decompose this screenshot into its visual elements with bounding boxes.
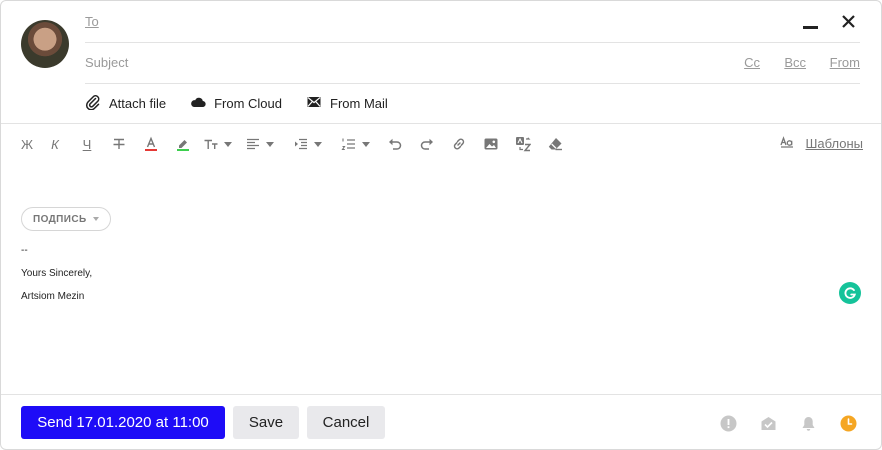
redo-icon[interactable] bbox=[411, 132, 443, 156]
cc-link[interactable]: Cc bbox=[744, 55, 760, 70]
important-icon[interactable] bbox=[719, 414, 737, 432]
signature-label: ПОДПИСЬ bbox=[33, 213, 87, 225]
from-mail-button[interactable]: From Mail bbox=[306, 94, 388, 113]
divider bbox=[1, 123, 881, 124]
signature-line: -- bbox=[21, 245, 28, 256]
paperclip-icon bbox=[85, 94, 101, 113]
minimize-icon[interactable] bbox=[800, 11, 822, 33]
signature-line: Artsiom Mezin bbox=[21, 291, 85, 302]
list-icon[interactable] bbox=[331, 132, 379, 156]
read-receipt-icon[interactable] bbox=[759, 414, 777, 432]
image-icon[interactable] bbox=[475, 132, 507, 156]
attach-file-label: Attach file bbox=[109, 95, 167, 111]
clear-format-icon[interactable] bbox=[539, 132, 571, 156]
format-toolbar: Ж К Ч bbox=[15, 132, 863, 156]
from-mail-label: From Mail bbox=[330, 95, 388, 111]
from-cloud-button[interactable]: From Cloud bbox=[190, 94, 282, 113]
undo-icon[interactable] bbox=[379, 132, 411, 156]
cancel-button[interactable]: Cancel bbox=[307, 406, 385, 439]
from-cloud-label: From Cloud bbox=[214, 95, 283, 111]
highlight-icon[interactable] bbox=[167, 132, 199, 156]
from-link[interactable]: From bbox=[830, 55, 860, 70]
chevron-down-icon bbox=[92, 217, 99, 221]
strikethrough-icon[interactable] bbox=[103, 132, 135, 156]
mail-icon bbox=[306, 94, 322, 113]
grammarly-icon[interactable] bbox=[839, 282, 861, 304]
italic-button[interactable]: К bbox=[39, 132, 71, 156]
signature-dropdown[interactable]: ПОДПИСЬ bbox=[21, 207, 111, 231]
signature-line: Yours Sincerely, bbox=[21, 268, 93, 279]
save-button[interactable]: Save bbox=[233, 406, 299, 439]
send-button[interactable]: Send 17.01.2020 at 11:00 bbox=[21, 406, 225, 439]
font-size-icon[interactable] bbox=[199, 132, 235, 156]
text-color-icon[interactable] bbox=[135, 132, 167, 156]
schedule-icon[interactable] bbox=[839, 414, 857, 432]
to-row[interactable]: To bbox=[85, 1, 860, 43]
close-icon[interactable] bbox=[838, 11, 860, 33]
compose-window: To Subject Cc Bcc From Attach file From … bbox=[0, 0, 882, 450]
bcc-link[interactable]: Bcc bbox=[784, 55, 806, 70]
footer-divider bbox=[1, 394, 881, 395]
link-icon[interactable] bbox=[443, 132, 475, 156]
translate-icon[interactable] bbox=[507, 132, 539, 156]
templates-icon bbox=[779, 136, 794, 151]
attach-row: Attach file From Cloud From Mail bbox=[85, 83, 860, 123]
indent-icon[interactable] bbox=[283, 132, 331, 156]
align-icon[interactable] bbox=[235, 132, 283, 156]
templates-link[interactable]: Шаблоны bbox=[779, 136, 864, 151]
notify-icon[interactable] bbox=[799, 414, 817, 432]
templates-label: Шаблоны bbox=[805, 136, 864, 151]
cloud-icon bbox=[190, 94, 206, 113]
to-link[interactable]: To bbox=[85, 14, 99, 29]
attach-file-button[interactable]: Attach file bbox=[85, 94, 166, 113]
subject-row[interactable]: Subject Cc Bcc From bbox=[85, 42, 860, 84]
bold-button[interactable]: Ж bbox=[15, 132, 39, 156]
avatar bbox=[21, 20, 69, 68]
underline-button[interactable]: Ч bbox=[71, 132, 103, 156]
subject-input[interactable]: Subject bbox=[85, 55, 128, 70]
